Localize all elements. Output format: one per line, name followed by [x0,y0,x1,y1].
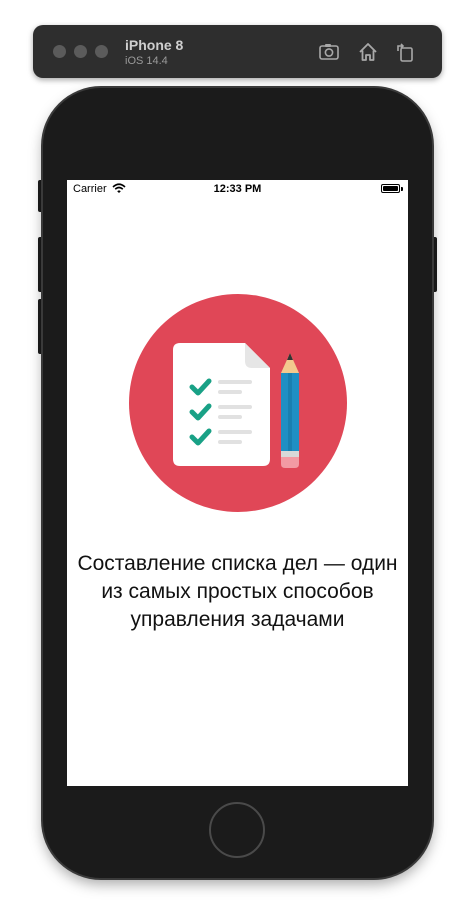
home-button[interactable] [209,802,265,858]
status-bar: Carrier 12:33 PM [67,180,408,198]
clock: 12:33 PM [213,183,262,195]
home-icon[interactable] [357,41,379,63]
app-screen: Carrier 12:33 PM Составление списка дел … [67,180,408,786]
simulator-window: iPhone 8 iOS 14.4 Carrier 12:33 PM Соста… [0,0,475,920]
minimize-window-button[interactable] [74,45,87,58]
onboarding-caption: Составление списка дел — один из самых п… [77,552,398,631]
close-window-button[interactable] [53,45,66,58]
battery-tip [401,187,403,191]
simulator-toolbar: iPhone 8 iOS 14.4 [33,25,442,78]
battery-icon [381,184,400,193]
todo-list-with-pencil-icon [129,294,347,512]
zoom-window-button[interactable] [95,45,108,58]
device-name: iPhone 8 [125,37,184,53]
rotate-icon[interactable] [394,41,416,63]
os-version: iOS 14.4 [125,55,168,67]
screenshot-icon[interactable] [318,41,340,63]
